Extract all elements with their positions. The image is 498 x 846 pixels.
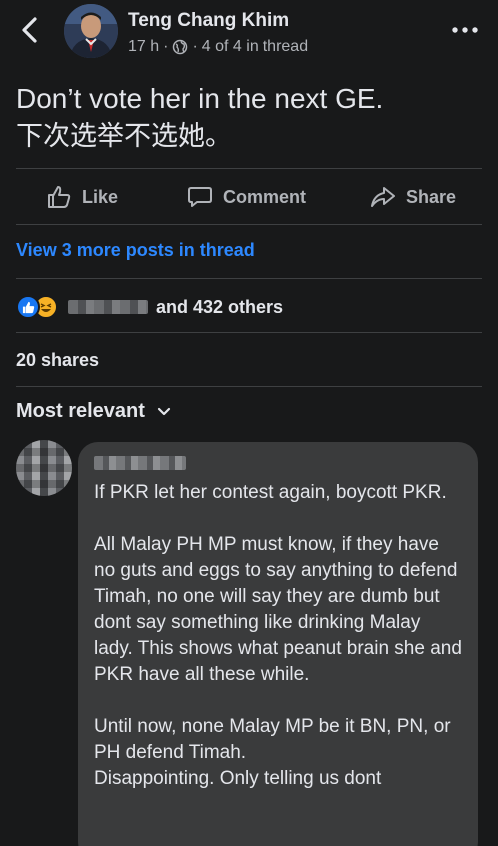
divider (16, 278, 482, 279)
divider (16, 332, 482, 333)
post-meta: 17 h · · 4 of 4 in thread (128, 38, 308, 56)
author-name[interactable]: Teng Chang Khim (128, 10, 289, 32)
comment-text: If PKR let her contest again, boycott PK… (94, 482, 462, 789)
share-label: Share (406, 186, 457, 207)
divider (16, 386, 482, 387)
divider (16, 168, 482, 169)
more-options-button[interactable] (450, 18, 480, 42)
post-text-line-zh: 下次选举不选她。 (16, 121, 232, 152)
back-chevron-icon (22, 17, 37, 43)
share-arrow-icon (371, 187, 395, 207)
comment-button[interactable]: Comment (187, 180, 306, 214)
comment-bubble-icon (188, 187, 212, 207)
share-count[interactable]: 20 shares (16, 350, 99, 371)
reactions-summary[interactable]: and 432 others (16, 294, 283, 320)
meta-separator: · (163, 38, 169, 55)
more-dots-icon (452, 27, 478, 33)
like-button[interactable]: Like (46, 180, 118, 214)
comment-sort-dropdown[interactable]: Most relevant (16, 400, 171, 423)
back-button[interactable] (14, 14, 46, 46)
globe-icon (173, 39, 188, 55)
comment-bubble: If PKR let her contest again, boycott PK… (78, 442, 478, 846)
post-time: 17 h (128, 38, 160, 55)
comment-label: Comment (223, 186, 307, 207)
post-text-line-en: Don’t vote her in the next GE. (16, 83, 384, 114)
view-more-posts-link[interactable]: View 3 more posts in thread (16, 240, 255, 261)
post-header: Teng Chang Khim 17 h · · 4 of 4 in threa… (0, 0, 498, 64)
like-reaction-icon (16, 295, 40, 319)
share-button[interactable]: Share (370, 180, 456, 214)
sort-label: Most relevant (16, 400, 145, 422)
meta-separator: · (192, 38, 198, 55)
commenter-avatar[interactable] (16, 440, 72, 496)
avatar-image (64, 4, 118, 58)
blurred-reactor-name (68, 300, 148, 314)
thumbs-up-icon (48, 186, 71, 208)
author-avatar[interactable] (64, 4, 118, 58)
divider (16, 224, 482, 225)
thread-word[interactable]: thread (263, 38, 308, 56)
blurred-commenter-name[interactable] (94, 456, 186, 470)
thread-position: 4 of 4 in (201, 38, 259, 55)
chevron-down-icon (157, 407, 171, 415)
post-body: Don’t vote her in the next GE. 下次选举不选她。 (16, 80, 486, 156)
like-label: Like (82, 186, 119, 207)
reaction-count: and 432 others (156, 296, 284, 317)
